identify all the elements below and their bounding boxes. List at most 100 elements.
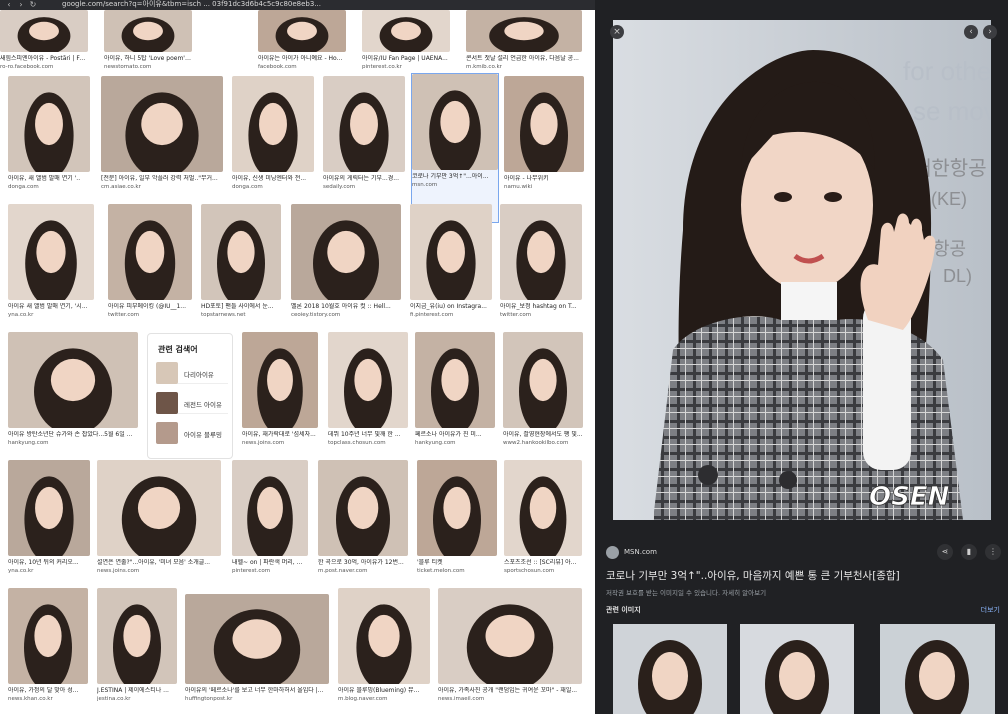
result-source[interactable]: sedaily.com [323,184,405,191]
more-vert-icon[interactable]: ⋮ [985,544,1001,560]
result-caption[interactable]: 코로나 기부만 3억↑"...아이... [412,173,498,181]
result-caption[interactable]: 새힘스피엔아이유 - Postări | Facebook [0,55,88,63]
image-result-card[interactable]: 내헬~ on | 파란색 머리, ... pinterest.com [232,460,308,580]
result-source[interactable]: ceoiey.tistory.com [291,312,401,319]
image-result-card[interactable]: 아이유 방탄소년단 슈가와 손 잡았다...5월 6일 ... hankyung.… [8,332,138,452]
image-result-card[interactable]: 아이유/IU Fan Page | UAENA... pinterest.co.k… [362,10,450,76]
bookmark-icon[interactable]: ▮ [961,544,977,560]
result-thumbnail[interactable] [338,588,430,684]
result-source[interactable]: m.kmib.co.kr [466,64,582,71]
image-result-card[interactable]: J.ESTINA | 제이에스티나 ... jestina.co.kr [97,588,177,708]
forward-arrow-icon[interactable]: › [16,0,26,10]
related-search-item[interactable]: 레전드 아이유 [156,392,228,414]
related-search-item[interactable]: 다리아이유 [156,362,228,384]
url-text[interactable]: google.com/search?q=아이유&tbm=isch ... 03f… [62,0,587,10]
result-thumbnail[interactable] [412,74,498,170]
image-result-card[interactable]: 멜론 2018 10월호 아이유 컷 :: Hell... ceoiey.tist… [291,204,401,324]
image-result-card[interactable]: 아이유, 재가락대로 '섬세자... news.joins.com [242,332,318,452]
result-thumbnail[interactable] [8,332,138,428]
result-caption[interactable]: 아이유의 게릭터는 기부...경... [323,175,405,183]
result-caption[interactable]: 멜론 2018 10월호 아이유 컷 :: Hell... [291,303,401,311]
result-thumbnail[interactable] [438,588,582,684]
result-thumbnail[interactable] [185,594,329,684]
result-caption[interactable]: 아이유 피부메이킹 (@IU__1... [108,303,192,311]
result-source[interactable]: yna.co.kr [8,568,90,575]
result-source[interactable]: huffingtonpost.kr [185,696,329,703]
result-thumbnail[interactable] [101,76,223,172]
image-result-card[interactable]: 아이유 블루밍(Blueming) 뮤... m.blog.naver.com [338,588,430,708]
result-caption[interactable]: [전문] 아이유, 일부 악플러 강력 처벌.."무거... [101,175,223,183]
result-source[interactable]: msn.com [412,182,498,189]
next-arrow-icon[interactable]: › [983,25,997,39]
preview-title[interactable]: 코로나 기부만 3억↑"..아이유, 마음까지 예쁜 통 큰 기부천사[종합] [606,568,926,583]
image-result-card[interactable]: 아이유 새 앨범 발매 연기, '시... yna.co.kr [8,204,94,324]
result-thumbnail[interactable] [291,204,401,300]
result-caption[interactable]: 아이유 - 나무위키 [504,175,584,183]
result-thumbnail[interactable] [97,460,221,556]
result-thumbnail[interactable] [362,10,450,52]
image-result-card[interactable]: HD포토] 팬들 사이에서 눈... topstarnews.net [201,204,281,324]
result-caption[interactable]: 아이유/IU Fan Page | UAENA... [362,55,450,63]
result-source[interactable]: newstomato.com [104,64,192,71]
reload-icon[interactable]: ↻ [28,0,38,10]
result-caption[interactable]: 이지금_유(iu) on Instagra... [410,303,492,311]
result-caption[interactable]: 스포츠조선 :: [SC리뷰] 아이유가... [504,559,582,567]
result-caption[interactable]: 데뷔 10주년 너무 빛깨 한 ... [328,431,408,439]
result-thumbnail[interactable] [504,460,582,556]
image-result-card[interactable]: 아이유 피부메이킹 (@IU__1... twitter.com [108,204,192,324]
result-thumbnail[interactable] [417,460,497,556]
result-caption[interactable]: J.ESTINA | 제이에스티나 ... [97,687,177,695]
image-result-card[interactable]: 아이유_보정 hashtag on T... twitter.com [500,204,582,324]
result-thumbnail[interactable] [504,76,584,172]
result-thumbnail[interactable] [323,76,405,172]
result-source[interactable]: hankyung.com [8,440,138,447]
back-arrow-icon[interactable]: ‹ [4,0,14,10]
image-result-card[interactable]: [전문] 아이유, 일부 악플러 강력 처벌.."무거... cm.asiae.c… [101,76,223,196]
image-result-card[interactable]: 페르소나 아이유가 진 미... hankyung.com [415,332,495,452]
result-thumbnail[interactable] [8,460,90,556]
result-thumbnail[interactable] [328,332,408,428]
result-caption[interactable]: 아이유 방탄소년단 슈가와 손 잡았다...5월 6일 ... [8,431,138,439]
result-thumbnail[interactable] [318,460,408,556]
result-source[interactable]: news.joins.com [242,440,318,447]
related-image-thumbnail[interactable] [880,624,995,714]
related-image-thumbnail[interactable] [613,624,727,714]
result-source[interactable]: news.imaeil.com [438,696,582,703]
image-result-card[interactable]: 아이유, 하니 5탑 'Love poem'이주... newstomato.co… [104,10,192,76]
result-caption[interactable]: 설연은 연출?"...아이유, '미녀 모음' 소개글... [97,559,221,567]
result-caption[interactable]: 콘서트 첫날 설리 언급한 아이유, 다음날 공... [466,55,582,63]
image-result-card[interactable]: 아이유, 새 앨범 발매 연기 '.. donga.com [8,76,90,196]
result-caption[interactable]: 아이유는 아이가 아니예요 - Ho... [258,55,346,63]
result-caption[interactable]: 아이유 새 앨범 발매 연기, '시... [8,303,94,311]
result-thumbnail[interactable] [201,204,281,300]
more-link[interactable]: 더보기 [981,605,1000,615]
result-source[interactable]: ro-ro.facebook.com [0,64,88,71]
result-source[interactable]: www2.hankookilbo.com [503,440,583,447]
result-caption[interactable]: HD포토] 팬들 사이에서 눈... [201,303,281,311]
result-caption[interactable]: 아이유, 가정의 달 맞아 성... [8,687,88,695]
image-result-card[interactable]: 코로나 기부만 3억↑"...아이... msn.com [411,73,499,223]
result-source[interactable]: cm.asiae.co.kr [101,184,223,191]
result-caption[interactable]: 아이유, 재가락대로 '섬세자... [242,431,318,439]
result-thumbnail[interactable] [232,76,314,172]
result-source[interactable]: m.post.naver.com [318,568,408,575]
image-result-card[interactable]: 스포츠조선 :: [SC리뷰] 아이유가...sportschosun.com [504,460,582,580]
image-result-card[interactable]: 아이유, 가정의 달 맞아 성... news.khan.co.kr [8,588,88,708]
image-result-card[interactable]: 콘서트 첫날 설리 언급한 아이유, 다음날 공... m.kmib.co.kr [466,10,582,76]
result-thumbnail[interactable] [503,332,583,428]
result-caption[interactable]: '블루 티켓 [417,559,497,567]
result-caption[interactable]: 아이유 블루밍(Blueming) 뮤... [338,687,430,695]
result-thumbnail[interactable] [97,588,177,684]
result-caption[interactable]: 페르소나 아이유가 진 미... [415,431,495,439]
result-source[interactable]: twitter.com [108,312,192,319]
result-thumbnail[interactable] [8,76,90,172]
result-source[interactable]: news.khan.co.kr [8,696,88,703]
result-thumbnail[interactable] [500,204,582,300]
result-source[interactable]: twitter.com [500,312,582,319]
result-source[interactable]: pinterest.com [232,568,308,575]
result-caption[interactable]: 아이유, 10년 뒤의 커리오... [8,559,90,567]
share-icon[interactable]: ⋖ [937,544,953,560]
image-result-card[interactable]: 아이유, 촬영현장에서도 팽 빛... www2.hankookilbo.com [503,332,583,452]
result-source[interactable]: ticket.melon.com [417,568,497,575]
result-thumbnail[interactable] [104,10,192,52]
